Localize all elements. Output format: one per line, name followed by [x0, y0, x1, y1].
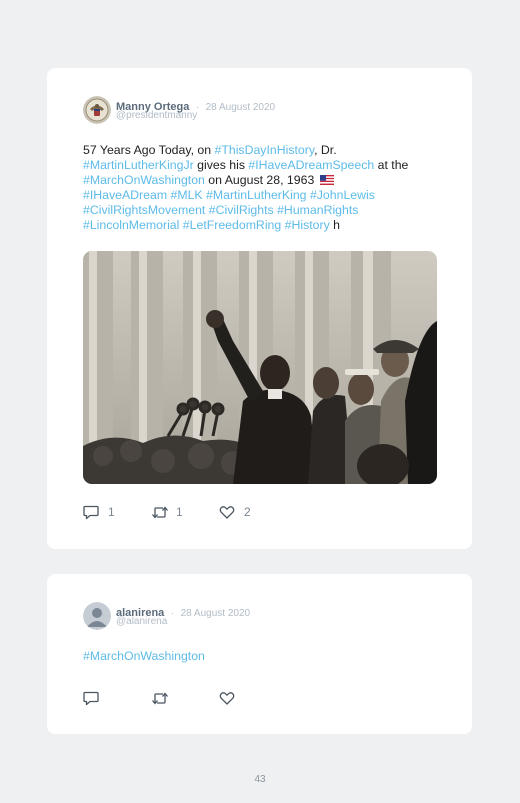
hashtag-link[interactable]: #MartinLutherKingJr [83, 158, 194, 172]
hashtag-link[interactable]: #MarchOnWashington [83, 649, 205, 663]
reply-count: 1 [108, 505, 115, 519]
us-flag-icon [319, 175, 334, 185]
tweet-text-segment: on August 28, 1963 [204, 173, 318, 187]
retweet-count: 1 [176, 505, 183, 519]
hashtag-link[interactable]: #MLK [170, 188, 202, 202]
like-button[interactable]: 2 [219, 504, 259, 522]
tweet-header: Manny Ortega · 28 August 2020 @president… [83, 96, 443, 126]
page-number: 43 [254, 774, 266, 785]
hashtag-link[interactable]: #IHaveADream [83, 188, 167, 202]
heart-icon [219, 506, 235, 519]
retweet-button[interactable] [151, 690, 191, 708]
tweet-header: alanirena · 28 August 2020 @alanirena [83, 602, 443, 632]
tweet-text-segment: , Dr. [314, 143, 337, 157]
tweet-text: 57 Years Ago Today, on #ThisDayInHistory… [83, 143, 443, 233]
speech-bubble-icon [83, 691, 99, 706]
hashtag-link[interactable]: #MarchOnWashington [83, 173, 205, 187]
like-button[interactable] [219, 690, 259, 708]
tweet-actions: 1 1 2 [83, 504, 443, 522]
presidential-seal-icon [83, 96, 111, 124]
hashtag-link[interactable]: #ThisDayInHistory [215, 143, 315, 157]
like-count: 2 [244, 505, 251, 519]
retweet-icon [152, 692, 168, 705]
avatar[interactable] [83, 602, 111, 630]
tweet-text-segment: 57 Years Ago Today, on [83, 143, 215, 157]
hashtag-link[interactable]: #LincolnMemorial [83, 218, 179, 232]
tweet-card: alanirena · 28 August 2020 @alanirena #M… [47, 574, 472, 734]
reply-button[interactable] [83, 690, 123, 708]
hashtag-link[interactable]: #IHaveADreamSpeech [248, 158, 374, 172]
tweet-actions [83, 690, 443, 708]
tweet-text-segment: at the [374, 158, 409, 172]
tweet-photo[interactable] [83, 251, 437, 484]
separator-dot: · [170, 608, 175, 619]
heart-icon [219, 692, 235, 705]
hashtag-link[interactable]: #LetFreedomRing [183, 218, 281, 232]
avatar[interactable] [83, 96, 111, 124]
hashtag-link[interactable]: #JohnLewis [310, 188, 375, 202]
tweet-text-segment: h [329, 218, 341, 232]
tweet-text-segment: gives his [193, 158, 249, 172]
author-handle[interactable]: @presidentmanny [116, 110, 197, 121]
reply-button[interactable]: 1 [83, 504, 123, 522]
author-handle[interactable]: @alanirena [116, 616, 167, 627]
retweet-icon [152, 506, 168, 519]
tweet-card: Manny Ortega · 28 August 2020 @president… [47, 68, 472, 549]
hashtag-link[interactable]: #CivilRights [209, 203, 274, 217]
tweet-date[interactable]: 28 August 2020 [181, 608, 251, 619]
retweet-button[interactable]: 1 [151, 504, 191, 522]
hashtag-link[interactable]: #MartinLutherKing [206, 188, 306, 202]
tweet-date[interactable]: 28 August 2020 [206, 102, 276, 113]
march-on-washington-photo [83, 251, 437, 484]
speech-bubble-icon [83, 505, 99, 520]
default-avatar-icon [83, 602, 111, 630]
hashtag-link[interactable]: #CivilRightsMovement [83, 203, 205, 217]
hashtag-link[interactable]: #History [285, 218, 330, 232]
hashtag-link[interactable]: #HumanRights [277, 203, 358, 217]
